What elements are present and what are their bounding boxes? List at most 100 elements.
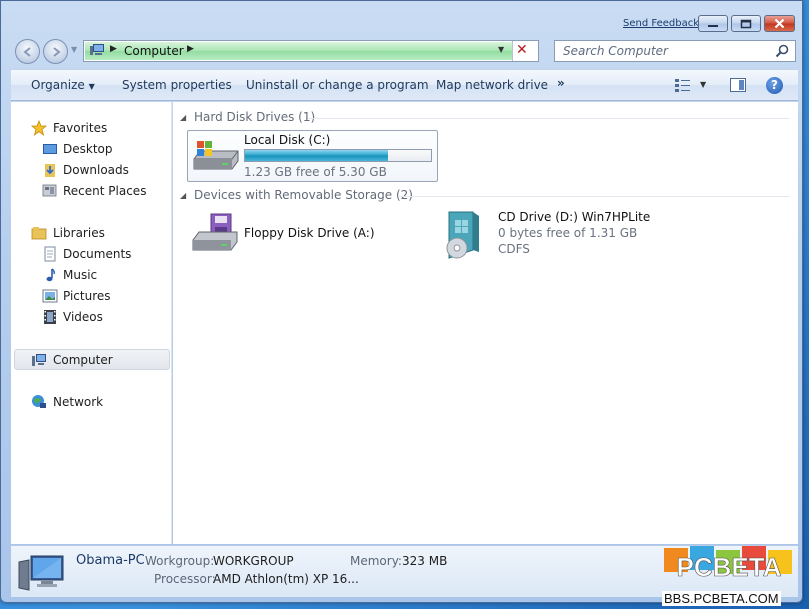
network-icon (32, 395, 46, 408)
collapse-icon[interactable]: ◢ (180, 191, 186, 200)
watermark-url: BBS.PCBETA.COM (662, 591, 781, 606)
memory-value: 323 MB (402, 554, 448, 568)
processor-value: AMD Athlon(tm) XP 16... (213, 572, 359, 586)
group-divider (398, 196, 790, 197)
chevron-down-icon: ▼ (88, 82, 95, 91)
pictures-icon (42, 289, 58, 303)
group-header-removable-storage[interactable]: ◢ Devices with Removable Storage (2) (180, 188, 790, 204)
view-dropdown-icon[interactable]: ▼ (700, 80, 706, 89)
command-bar: Organize ▼ System properties Uninstall o… (11, 69, 798, 101)
recent-pages-dropdown-icon[interactable]: ▼ (71, 45, 77, 54)
sidebar-item-label: Downloads (63, 163, 129, 177)
group-title: Devices with Removable Storage (2) (194, 188, 413, 202)
sidebar-item-desktop[interactable]: Desktop (11, 139, 171, 159)
drive-cd-d[interactable]: CD Drive (D:) Win7HPLite 0 bytes free of… (441, 208, 681, 260)
drive-name: Floppy Disk Drive (A:) (244, 226, 375, 240)
uninstall-program-button[interactable]: Uninstall or change a program (246, 78, 429, 92)
address-dropdown-icon[interactable]: ▼ (498, 45, 504, 54)
sidebar-item-label: Favorites (53, 121, 108, 135)
documents-icon (44, 246, 56, 262)
star-icon (31, 120, 47, 136)
sidebar-item-label: Computer (53, 353, 113, 367)
explorer-window: Send Feedback ▼ ▶ Computer ▶ ▼ ✕ Search … (0, 0, 803, 603)
close-icon (774, 18, 785, 29)
downloads-icon (45, 164, 55, 177)
minimize-icon (708, 24, 718, 27)
organize-label: Organize (31, 78, 85, 92)
sidebar-item-network[interactable]: Network (11, 392, 171, 412)
forward-button[interactable] (43, 39, 68, 64)
desktop-icon (43, 144, 57, 154)
system-properties-button[interactable]: System properties (122, 78, 232, 92)
breadcrumb-chevron-icon[interactable]: ▶ (110, 44, 117, 54)
organize-menu[interactable]: Organize ▼ (31, 78, 95, 92)
computer-icon (90, 44, 104, 55)
floppy-drive-icon (192, 213, 238, 251)
help-button[interactable]: ? (766, 77, 783, 94)
navigation-pane: Favorites Desktop Downloads Recent Place… (11, 102, 172, 544)
sidebar-item-pictures[interactable]: Pictures (11, 286, 171, 306)
cd-drive-icon (446, 211, 479, 259)
change-view-icon[interactable] (675, 78, 691, 92)
disk-usage-fill (245, 150, 389, 161)
sidebar-item-label: Network (53, 395, 104, 409)
pcbeta-logo: PCBETA (664, 546, 792, 582)
collapse-icon[interactable]: ◢ (180, 113, 186, 122)
more-commands-button[interactable]: » (557, 76, 565, 90)
sidebar-item-label: Videos (63, 310, 103, 324)
group-divider (308, 118, 790, 119)
sidebar-item-videos[interactable]: Videos (11, 307, 171, 327)
breadcrumb-chevron-icon[interactable]: ▶ (187, 44, 194, 54)
arrow-left-icon (22, 46, 31, 57)
sidebar-item-recent-places[interactable]: Recent Places (11, 181, 171, 201)
sidebar-item-label: Pictures (63, 289, 111, 303)
sidebar-item-libraries[interactable]: Libraries (11, 223, 171, 243)
processor-label: Processor: (154, 572, 216, 586)
back-button[interactable] (15, 39, 40, 64)
sidebar-item-computer[interactable]: Computer (11, 350, 171, 370)
sidebar-item-favorites[interactable]: Favorites (11, 118, 171, 138)
search-placeholder: Search Computer (563, 44, 668, 58)
search-icon[interactable] (775, 44, 789, 58)
stop-icon[interactable]: ✕ (516, 42, 528, 58)
minimize-button[interactable] (698, 15, 728, 32)
address-separator (512, 41, 513, 61)
workgroup-label: Workgroup: (145, 554, 215, 568)
map-network-drive-button[interactable]: Map network drive (436, 78, 548, 92)
drive-name: CD Drive (D:) Win7HPLite (498, 210, 651, 224)
sidebar-item-documents[interactable]: Documents (11, 244, 171, 264)
drive-local-disk-c[interactable]: Local Disk (C:) 1.23 GB free of 5.30 GB (187, 130, 438, 182)
sidebar-item-label: Documents (63, 247, 132, 261)
drive-filesystem: CDFS (498, 242, 530, 256)
send-feedback-link[interactable]: Send Feedback (623, 18, 699, 29)
videos-icon (44, 310, 56, 324)
preview-pane-icon[interactable] (730, 78, 746, 92)
music-icon (46, 268, 55, 282)
hard-drive-icon (193, 141, 239, 170)
logo-text: PCBETA (677, 552, 782, 582)
computer-icon (18, 555, 64, 591)
sidebar-item-music[interactable]: Music (11, 265, 171, 285)
restore-icon (740, 19, 752, 28)
content-pane: ◢ Hard Disk Drives (1) Local Disk (C:) 1… (173, 102, 798, 544)
group-header-hard-disk-drives[interactable]: ◢ Hard Disk Drives (1) (180, 110, 790, 126)
recent-places-icon (42, 184, 57, 197)
sidebar-item-label: Desktop (63, 142, 113, 156)
computer-name: Obama-PC (76, 553, 145, 568)
maximize-button[interactable] (731, 15, 761, 32)
sidebar-item-label: Recent Places (63, 184, 147, 198)
address-bar[interactable]: ▶ Computer ▶ ▼ ✕ (83, 40, 539, 62)
close-button[interactable] (764, 15, 795, 32)
sidebar-item-downloads[interactable]: Downloads (11, 160, 171, 180)
workgroup-value: WORKGROUP (213, 554, 294, 568)
sidebar-item-label: Libraries (53, 226, 105, 240)
group-title: Hard Disk Drives (1) (194, 110, 316, 124)
breadcrumb-computer[interactable]: Computer (124, 44, 184, 58)
memory-label: Memory: (350, 554, 402, 568)
drive-free-space: 0 bytes free of 1.31 GB (498, 226, 638, 240)
drive-floppy-a[interactable]: Floppy Disk Drive (A:) (187, 208, 427, 256)
disk-usage-bar (244, 149, 432, 162)
search-input[interactable]: Search Computer (554, 40, 796, 62)
computer-icon (32, 354, 46, 366)
drive-name: Local Disk (C:) (244, 133, 331, 147)
